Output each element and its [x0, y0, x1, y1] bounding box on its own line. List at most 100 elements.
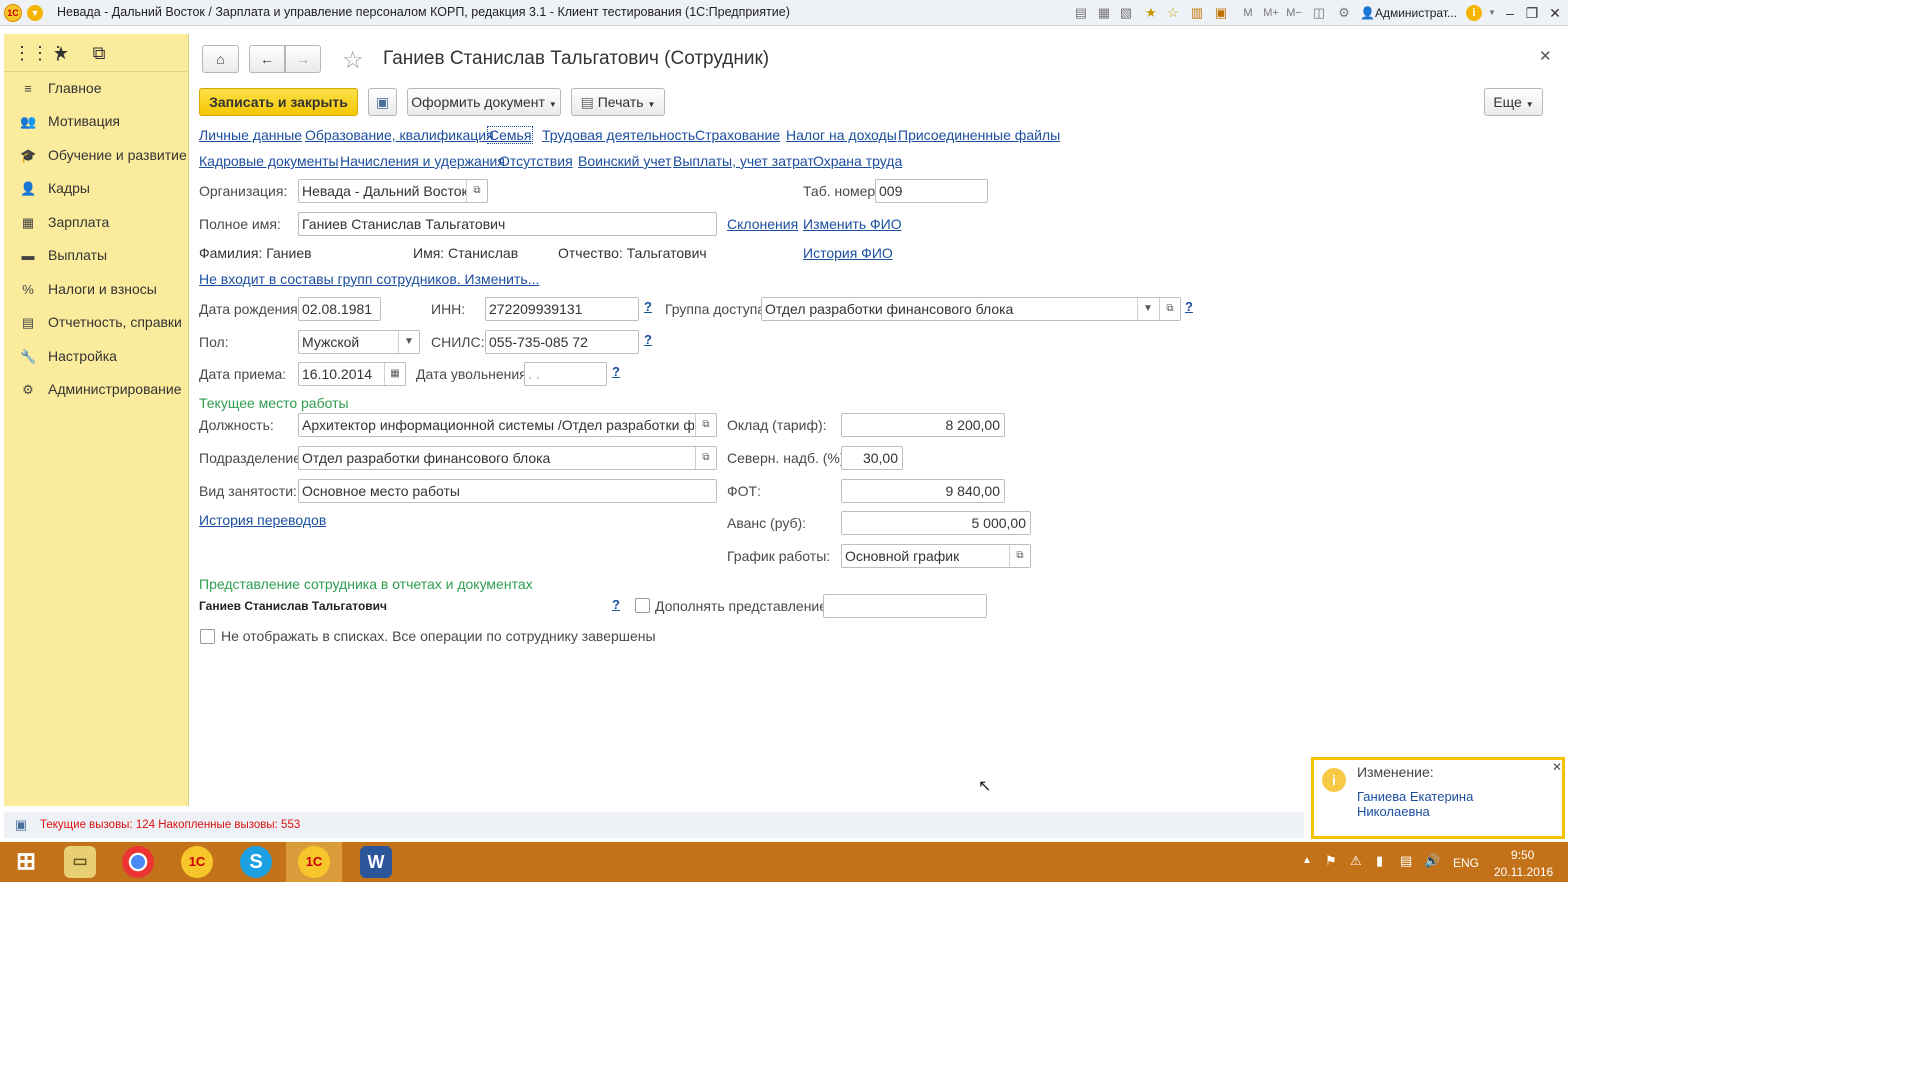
tab-number-field[interactable]: 009 [875, 179, 988, 203]
tray-alert-icon[interactable]: ⚠ [1350, 853, 1362, 869]
user-menu[interactable]: 👤Администрат... [1360, 5, 1470, 21]
dropdown-arrow-icon[interactable]: ▼ [1137, 298, 1158, 320]
language-indicator[interactable]: ENG [1453, 856, 1479, 870]
sidebar-item-hr[interactable]: 👤 Кадры [4, 174, 189, 204]
tab-payments-costs[interactable]: Выплаты, учет затрат [673, 153, 814, 169]
clock-time[interactable]: 9:50 [1511, 848, 1534, 862]
open-icon[interactable]: ⧉ [1159, 298, 1180, 320]
supplement-checkbox[interactable] [635, 598, 650, 613]
calendar-icon[interactable]: ▣ [1213, 5, 1229, 21]
make-document-button[interactable]: Оформить документ ▼ [407, 88, 561, 116]
minimize-button[interactable]: – [1500, 3, 1520, 23]
spreadsheet-icon[interactable]: ▥ [1189, 5, 1205, 21]
tab-files[interactable]: Присоединенные файлы [898, 127, 1060, 143]
org-field[interactable]: Невада - Дальний Восток ⧉ [298, 179, 488, 203]
representation-help-icon[interactable]: ? [612, 597, 620, 612]
hide-in-lists-checkbox[interactable] [200, 629, 215, 644]
tab-labor-safety[interactable]: Охрана труда [813, 153, 902, 169]
close-form-icon[interactable]: ✕ [1539, 47, 1552, 65]
memory-plus-icon[interactable]: M+ [1260, 5, 1282, 21]
snils-help-icon[interactable]: ? [644, 332, 652, 347]
print-button[interactable]: ▤ Печать ▼ [571, 88, 665, 116]
inn-field[interactable]: 272209939131 [485, 297, 639, 321]
tab-accruals[interactable]: Начисления и удержания [340, 153, 505, 169]
tab-labor[interactable]: Трудовая деятельность [542, 127, 695, 143]
open-icon[interactable]: ⧉ [695, 447, 716, 469]
sidebar-item-admin[interactable]: ⚙ Администрирование [4, 375, 189, 405]
clock-date[interactable]: 20.11.2016 [1494, 865, 1553, 879]
tab-military[interactable]: Воинский учет [578, 153, 671, 169]
notification-link[interactable]: Ганиева Екатерина Николаевна [1357, 789, 1507, 819]
hire-date-field[interactable]: 16.10.2014 ▦ [298, 362, 406, 386]
info-icon[interactable]: i [1466, 5, 1482, 21]
close-window-button[interactable]: ✕ [1545, 3, 1565, 23]
sidebar-item-reports[interactable]: ▤ Отчетность, справки [4, 308, 189, 338]
more-button[interactable]: Еще ▼ [1484, 88, 1543, 116]
advance-field[interactable]: 5 000,00 [841, 511, 1031, 535]
restore-button[interactable]: ❐ [1522, 3, 1542, 23]
dismiss-help-icon[interactable]: ? [612, 364, 620, 379]
sidebar-item-settings[interactable]: 🔧 Настройка [4, 342, 189, 372]
fot-field[interactable]: 9 840,00 [841, 479, 1005, 503]
tab-family[interactable]: Семья [486, 126, 534, 144]
tab-absences[interactable]: Отсутствия [499, 153, 573, 169]
close-notification-icon[interactable]: ✕ [1552, 760, 1562, 774]
performance-icon[interactable]: ▣ [12, 816, 30, 834]
position-field[interactable]: Архитектор информационной системы /Отдел… [298, 413, 717, 437]
salary-field[interactable]: 8 200,00 [841, 413, 1005, 437]
taskbar-1c-launcher[interactable]: 1С [169, 842, 225, 882]
start-button[interactable]: ⊞ [0, 842, 56, 882]
fio-history-link[interactable]: История ФИО [803, 245, 893, 261]
tab-hr-docs[interactable]: Кадровые документы [199, 153, 339, 169]
tray-volume-icon[interactable]: 🔊 [1424, 853, 1440, 869]
favorites-star-icon[interactable]: ★ [50, 42, 72, 64]
tray-flag-icon[interactable]: ⚑ [1325, 853, 1337, 869]
gender-select[interactable]: Мужской ▼ [298, 330, 420, 354]
access-help-icon[interactable]: ? [1185, 299, 1193, 314]
transfers-history-link[interactable]: История переводов [199, 512, 326, 528]
fullname-field[interactable]: Ганиев Станислав Тальгатович [298, 212, 717, 236]
sidebar-item-motivation[interactable]: 👥 Мотивация [4, 107, 189, 137]
tray-network-icon[interactable]: ▤ [1400, 853, 1412, 869]
schedule-field[interactable]: Основной график ⧉ [841, 544, 1031, 568]
sidebar-item-salary[interactable]: ▦ Зарплата [4, 208, 189, 238]
open-icon[interactable]: ⧉ [1009, 545, 1030, 567]
sidebar-item-payments[interactable]: ▬ Выплаты [4, 241, 189, 271]
favorites-icon[interactable]: ☆ [1165, 5, 1181, 21]
snils-field[interactable]: 055-735-085 72 [485, 330, 639, 354]
supplement-field[interactable] [823, 594, 987, 618]
dismiss-date-field[interactable]: . . [524, 362, 607, 386]
sidebar-item-taxes[interactable]: % Налоги и взносы [4, 275, 189, 305]
favorite-star-icon[interactable]: ☆ [342, 46, 364, 75]
tools-icon[interactable]: ⚙ [1336, 5, 1352, 21]
tab-education[interactable]: Образование, квалификация [305, 127, 494, 143]
open-icon[interactable]: ⧉ [695, 414, 716, 436]
inn-help-icon[interactable]: ? [644, 299, 652, 314]
favorites-add-icon[interactable]: ★ [1143, 5, 1159, 21]
print-icon[interactable]: ▦ [1096, 5, 1112, 21]
tab-personal[interactable]: Личные данные [199, 127, 302, 143]
tab-insurance[interactable]: Страхование [695, 127, 780, 143]
taskbar-chrome[interactable] [110, 842, 166, 882]
tray-expand-icon[interactable]: ▲ [1302, 855, 1312, 866]
calendar-icon[interactable]: ▦ [384, 363, 405, 385]
home-button[interactable]: ⌂ [202, 45, 239, 73]
panels-icon[interactable]: ◫ [1311, 5, 1327, 21]
taskbar-word[interactable]: W [348, 842, 404, 882]
birth-field[interactable]: 02.08.1981 [298, 297, 381, 321]
taskbar-1c-active[interactable]: 1С [286, 842, 342, 882]
taskbar-explorer[interactable]: ▭ [52, 842, 108, 882]
1c-logo-icon[interactable]: 1С [4, 4, 22, 22]
access-group-field[interactable]: Отдел разработки финансового блока ▼ ⧉ [761, 297, 1181, 321]
all-functions-icon[interactable]: ⋮⋮⋮ [13, 42, 67, 64]
dropdown-arrow-icon[interactable]: ▼ [398, 331, 419, 353]
taskbar-skype[interactable]: S [228, 842, 284, 882]
north-field[interactable]: 30,00 [841, 446, 903, 470]
save-button[interactable]: ▣ [368, 88, 397, 116]
tab-income-tax[interactable]: Налог на доходы [786, 127, 897, 143]
forward-button[interactable]: → [285, 45, 321, 73]
history-icon[interactable]: ⧉ [88, 42, 110, 64]
emp-type-field[interactable]: Основное место работы [298, 479, 717, 503]
memory-minus-icon[interactable]: M− [1283, 5, 1305, 21]
save-close-button[interactable]: Записать и закрыть [199, 88, 358, 116]
